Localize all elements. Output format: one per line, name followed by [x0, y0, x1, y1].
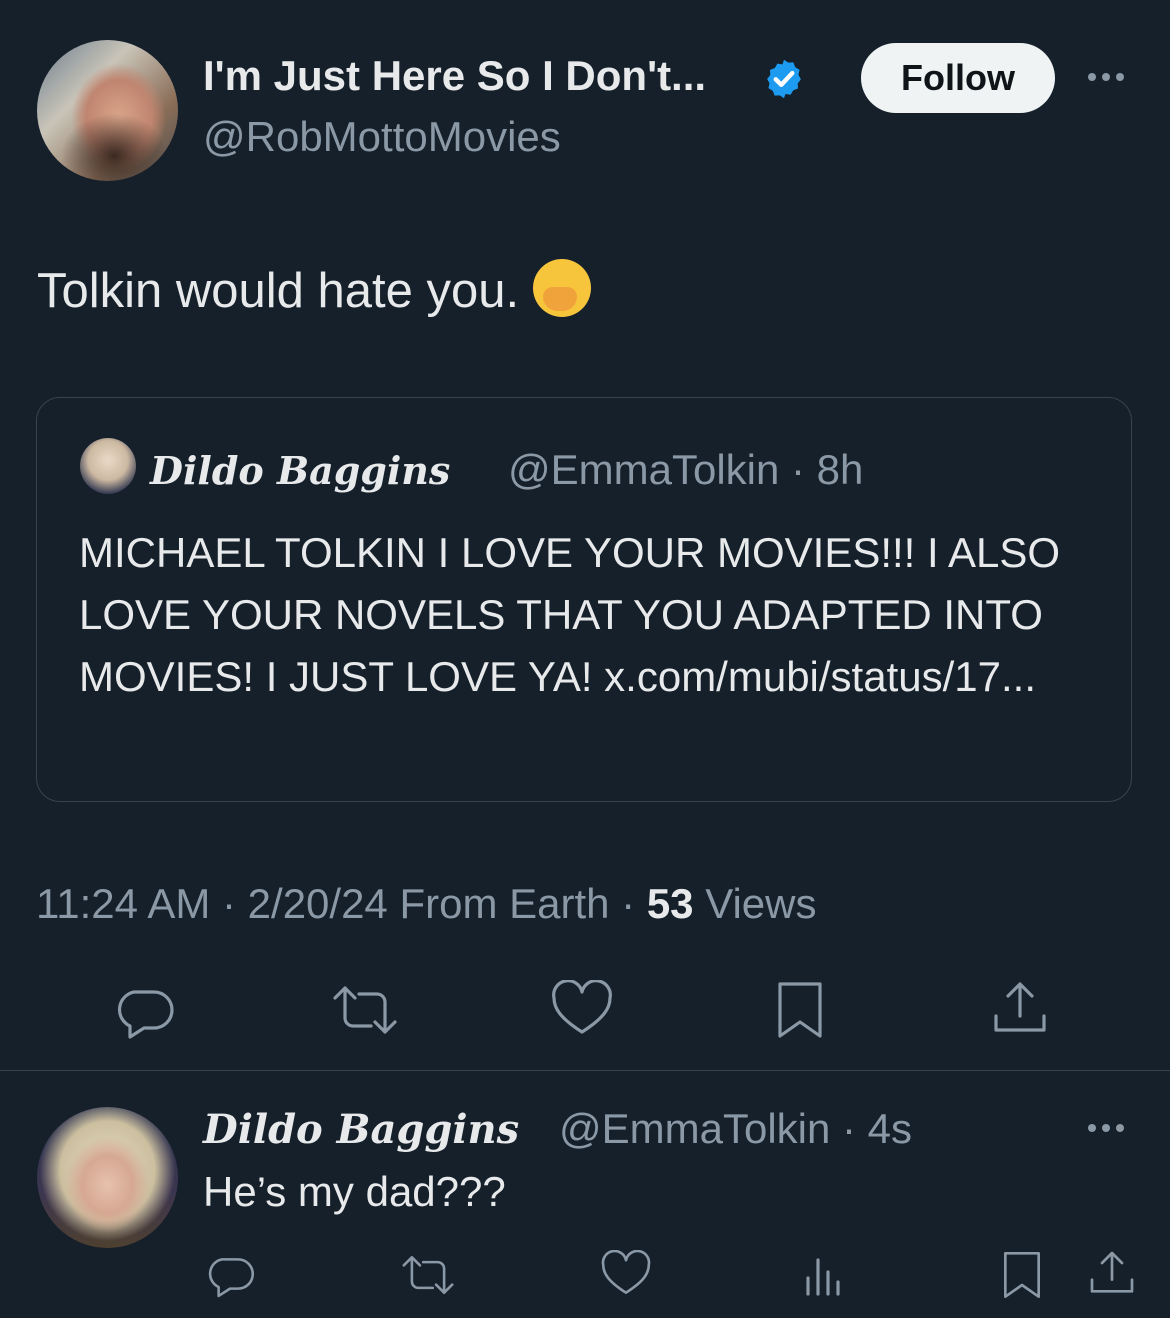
retweet-icon[interactable] [329, 980, 401, 1040]
author-handle[interactable]: @RobMottoMovies [203, 113, 561, 161]
views-label: Views [693, 880, 817, 927]
hand-over-mouth-emoji [533, 259, 592, 318]
quoted-tweet-text: MICHAEL TOLKIN I LOVE YOUR MOVIES!!! I A… [79, 529, 1061, 700]
reply-more-options-icon[interactable] [1088, 1124, 1124, 1132]
reply-bookmark-icon[interactable] [1000, 1250, 1044, 1300]
views-icon[interactable] [800, 1250, 846, 1298]
reply-author-handle-time: @EmmaTolkin · 4s [559, 1105, 913, 1152]
views-count: 53 [646, 880, 694, 927]
reply-reply-icon[interactable] [204, 1248, 256, 1300]
quoted-author-handle-time: @EmmaTolkin · 8h [508, 446, 864, 493]
quoted-author-avatar[interactable] [80, 438, 136, 494]
like-icon[interactable] [550, 980, 614, 1038]
divider [0, 1070, 1170, 1071]
reply-share-icon[interactable] [1087, 1248, 1137, 1298]
timestamp: 11:24 AM · 2/20/24 From Earth · [36, 880, 647, 927]
bookmark-icon[interactable] [774, 980, 826, 1040]
reply-icon[interactable] [112, 978, 176, 1042]
reply-retweet-icon[interactable] [399, 1250, 457, 1300]
share-icon[interactable] [990, 978, 1050, 1038]
reply-author-avatar[interactable] [37, 1107, 178, 1248]
quoted-author-name[interactable]: Dildo Baggins [150, 448, 450, 493]
tweet-meta: 11:24 AM · 2/20/24 From Earth · 53 Views [36, 880, 817, 928]
author-avatar[interactable] [37, 40, 178, 181]
reply-author-name[interactable]: Dildo Baggins [203, 1106, 519, 1153]
follow-button[interactable]: Follow [861, 43, 1055, 113]
author-name[interactable]: I'm Just Here So I Don't... [203, 52, 706, 100]
verified-badge-icon [767, 59, 801, 99]
reply-text: He’s my dad??? [203, 1168, 506, 1215]
more-options-icon[interactable] [1088, 73, 1124, 81]
tweet-text-content: Tolkin would hate you. [37, 264, 520, 318]
tweet-text: Tolkin would hate you. [37, 259, 592, 323]
reply-like-icon[interactable] [600, 1250, 652, 1298]
